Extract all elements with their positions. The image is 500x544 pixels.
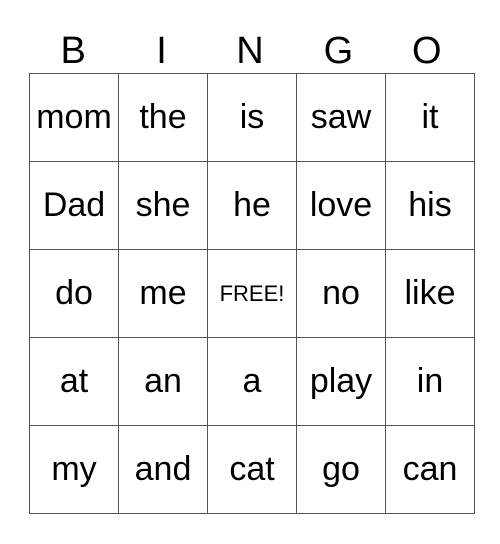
header-letter-n: N	[236, 30, 264, 72]
header-letter-g: G	[323, 30, 354, 72]
bingo-cell: an	[118, 337, 208, 426]
bingo-cell: mom	[29, 73, 119, 162]
bingo-cell: he	[207, 161, 297, 250]
bingo-header: B I N G O	[29, 28, 471, 74]
grid-row: mom the is saw it	[29, 73, 475, 162]
bingo-cell: can	[385, 425, 475, 514]
bingo-cell: do	[29, 249, 119, 338]
bingo-cell: no	[296, 249, 386, 338]
header-letter-b: B	[60, 30, 86, 72]
free-space-cell: FREE!	[207, 249, 297, 338]
header-letter-i: I	[156, 30, 167, 72]
grid-row: Dad she he love his	[29, 161, 475, 250]
bingo-cell: me	[118, 249, 208, 338]
bingo-cell: and	[118, 425, 208, 514]
bingo-cell: saw	[296, 73, 386, 162]
bingo-cell: the	[118, 73, 208, 162]
bingo-cell: cat	[207, 425, 297, 514]
bingo-cell: like	[385, 249, 475, 338]
bingo-cell: in	[385, 337, 475, 426]
bingo-cell: a	[207, 337, 297, 426]
bingo-cell: his	[385, 161, 475, 250]
bingo-cell: my	[29, 425, 119, 514]
bingo-grid: mom the is saw it Dad she he love his do…	[29, 73, 475, 514]
bingo-cell: play	[296, 337, 386, 426]
header-letter-o: O	[411, 30, 442, 72]
bingo-cell: is	[207, 73, 297, 162]
bingo-cell: love	[296, 161, 386, 250]
grid-row: do me FREE! no like	[29, 249, 475, 338]
bingo-cell: go	[296, 425, 386, 514]
bingo-cell: at	[29, 337, 119, 426]
bingo-cell: she	[118, 161, 208, 250]
bingo-cell: it	[385, 73, 475, 162]
bingo-cell: Dad	[29, 161, 119, 250]
grid-row: my and cat go can	[29, 425, 475, 514]
grid-row: at an a play in	[29, 337, 475, 426]
